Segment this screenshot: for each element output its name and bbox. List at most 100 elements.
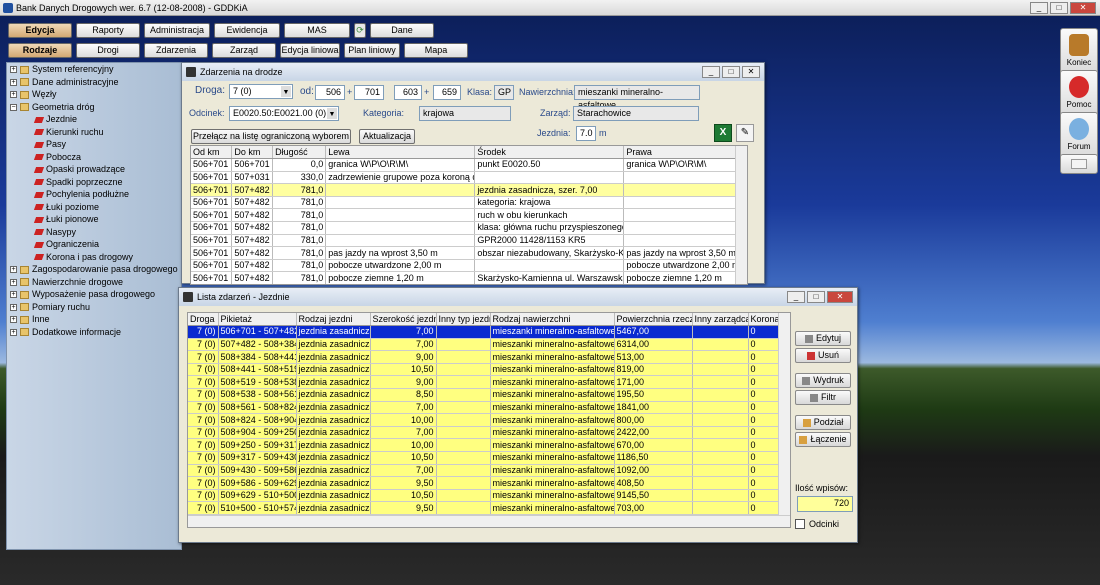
column-header[interactable]: Szerokość jezdni — [370, 313, 437, 327]
table-row[interactable]: 7 (0) 509+629 - 510+500 jezdnia zasadnicza… — [188, 489, 781, 503]
tree-item[interactable]: Nasypy — [7, 226, 181, 239]
table-row[interactable]: 506+701 507+482 781,0 ruch w obu kierunkach — [191, 208, 747, 223]
tab-drogi[interactable]: Drogi — [76, 43, 140, 58]
expand-icon[interactable]: − — [10, 103, 17, 111]
minimize-icon[interactable]: _ — [787, 291, 805, 303]
table-row[interactable]: 7 (0) 508+904 - 509+250 jezdnia zasadnicza… — [188, 426, 781, 440]
table-row[interactable]: 7 (0) 508+824 - 508+904 jezdnia zasadnicza… — [188, 413, 781, 427]
close-icon[interactable]: ✕ — [827, 291, 853, 303]
do-m-field[interactable]: 659 — [433, 85, 461, 100]
column-header[interactable]: Korona — [748, 313, 781, 327]
przelacz-button[interactable]: Przełącz na listę ograniczoną wyborem — [191, 129, 351, 144]
droga-select[interactable]: 7 (0) ▼ — [229, 84, 293, 99]
lista-scrollbar-v[interactable] — [778, 313, 790, 517]
tree-item[interactable]: + Węzły — [7, 88, 181, 101]
column-header[interactable]: Prawa — [623, 146, 747, 160]
close-icon[interactable]: ✕ — [1070, 2, 1096, 14]
menu-edycja[interactable]: Edycja — [8, 23, 72, 38]
excel-export-icon[interactable]: X — [714, 124, 732, 142]
koniec-button[interactable]: Koniec — [1060, 28, 1098, 76]
table-row[interactable]: 7 (0) 507+482 - 508+384 jezdnia zasadnicza… — [188, 338, 781, 352]
tree-item[interactable]: + Wyposażenie pasa drogowego — [7, 288, 181, 301]
menu-administracja[interactable]: Administracja — [144, 23, 210, 38]
expand-icon[interactable]: + — [10, 78, 17, 86]
table-row[interactable]: 7 (0) 508+538 - 508+561 jezdnia zasadnicza… — [188, 388, 781, 402]
refresh-icon[interactable]: ⟳ — [354, 23, 366, 38]
tree-item[interactable]: Łuki pionowe — [7, 213, 181, 226]
wydruk-button[interactable]: Wydruk — [795, 373, 851, 388]
table-row[interactable]: 7 (0) 508+519 - 508+538 jezdnia zasadnicza… — [188, 375, 781, 390]
table-row[interactable]: 506+701 507+482 781,0 pobocze utwardzone 2,… — [191, 259, 747, 273]
tree-item[interactable]: Opaski prowadzące — [7, 163, 181, 176]
table-row[interactable]: 506+701 507+482 781,0 pobocze ziemne 1,20 m… — [191, 271, 747, 284]
laczenie-button[interactable]: Łączenie — [795, 432, 851, 447]
lista-scrollbar-h[interactable] — [188, 515, 790, 527]
tree-item[interactable]: + Nawierzchnie drogowe — [7, 276, 181, 289]
column-header[interactable]: Powierzchnia rzecz. — [614, 313, 693, 327]
table-row[interactable]: 7 (0) 506+701 - 507+482 jezdnia zasadnicza… — [188, 325, 781, 339]
column-header[interactable]: Lewa — [325, 146, 476, 160]
table-row[interactable]: 7 (0) 510+500 - 510+574 jezdnia zasadnicza… — [188, 501, 781, 515]
zdarzenia-scrollbar[interactable] — [735, 146, 747, 284]
column-header[interactable]: Inny typ jezdni — [436, 313, 491, 327]
tree-item[interactable]: Jezdnie — [7, 113, 181, 126]
filtr-button[interactable]: Filtr — [795, 390, 851, 405]
tree-item[interactable]: Spadki poprzeczne — [7, 176, 181, 189]
expand-icon[interactable]: + — [10, 66, 17, 74]
odcinek-select[interactable]: E0020.50:E0021.00 (0) ▼ — [229, 106, 339, 121]
expand-icon[interactable]: + — [10, 316, 17, 324]
close-icon[interactable]: ✕ — [742, 66, 760, 78]
tree-item[interactable]: + Pomiary ruchu — [7, 301, 181, 314]
tab-plan-liniowy[interactable]: Plan liniowy — [344, 43, 400, 58]
expand-icon[interactable]: + — [10, 291, 17, 299]
table-row[interactable]: 7 (0) 509+586 - 509+629 jezdnia zasadnicza… — [188, 476, 781, 490]
expand-icon[interactable]: + — [10, 278, 17, 286]
tree-item[interactable]: + Zagospodarowanie pasa drogowego — [7, 263, 181, 276]
column-header[interactable]: Rodzaj nawierzchni — [490, 313, 615, 327]
table-row[interactable]: 7 (0) 508+384 - 508+441 jezdnia zasadnicza… — [188, 350, 781, 364]
od-km-field[interactable]: 506 — [315, 85, 345, 100]
tab-rodzaje[interactable]: Rodzaje — [8, 43, 72, 58]
table-row[interactable]: 506+701 507+031 330,0 zadrzewienie grupowe … — [191, 171, 747, 185]
table-row[interactable]: 7 (0) 509+317 - 509+430 jezdnia zasadnicza… — [188, 451, 781, 465]
tab-zdarzenia[interactable]: Zdarzenia — [144, 43, 208, 58]
tab-zarzad[interactable]: Zarząd — [212, 43, 276, 58]
tree-item[interactable]: Kierunki ruchu — [7, 126, 181, 139]
edit-pencil-icon[interactable]: ✎ — [736, 124, 754, 142]
column-header[interactable]: Środek — [474, 146, 625, 160]
table-row[interactable]: 506+701 507+482 781,0 pas jazdy na wprost 3… — [191, 246, 747, 260]
tree-item[interactable]: Pobocza — [7, 151, 181, 164]
maximize-icon[interactable]: □ — [722, 66, 740, 78]
column-header[interactable]: Od km — [191, 146, 233, 160]
menu-mas[interactable]: MAS — [284, 23, 350, 38]
mail-button[interactable] — [1060, 154, 1098, 174]
menu-raporty[interactable]: Raporty — [76, 23, 140, 38]
column-header[interactable]: Do km — [231, 146, 274, 160]
tree-item[interactable]: Pochylenia podłużne — [7, 188, 181, 201]
menu-ewidencja[interactable]: Ewidencja — [214, 23, 280, 38]
do-km-field[interactable]: 603 — [394, 85, 422, 100]
table-row[interactable]: 506+701 506+701 0,0 granica W\P\O\R\M\ punkt… — [191, 158, 747, 172]
tree-item[interactable]: + Inne — [7, 313, 181, 326]
tree-item[interactable]: Pasy — [7, 138, 181, 151]
minimize-icon[interactable]: _ — [1030, 2, 1048, 14]
tab-mapa[interactable]: Mapa — [404, 43, 468, 58]
table-row[interactable]: 506+701 507+482 781,0 jezdnia zasadnicza, s… — [191, 183, 747, 197]
expand-icon[interactable]: + — [10, 328, 17, 336]
table-row[interactable]: 506+701 507+482 781,0 kategoria: krajowa — [191, 196, 747, 210]
table-row[interactable]: 7 (0) 508+561 - 508+824 jezdnia zasadnicza… — [188, 401, 781, 415]
forum-button[interactable]: Forum — [1060, 112, 1098, 160]
column-header[interactable]: Droga — [188, 313, 219, 327]
column-header[interactable]: Rodzaj jezdni — [296, 313, 371, 327]
table-row[interactable]: 7 (0) 509+430 - 509+586 jezdnia zasadnicza… — [188, 464, 781, 478]
expand-icon[interactable]: + — [10, 266, 17, 274]
tree-item[interactable]: + Dane administracyjne — [7, 76, 181, 89]
expand-icon[interactable]: + — [10, 91, 17, 99]
table-row[interactable]: 7 (0) 509+250 - 509+317 jezdnia zasadnicza… — [188, 438, 781, 453]
odcinki-checkbox[interactable] — [795, 519, 805, 529]
tree-item[interactable]: − Geometria dróg — [7, 101, 181, 114]
pomoc-button[interactable]: Pomoc — [1060, 70, 1098, 118]
maximize-icon[interactable]: □ — [1050, 2, 1068, 14]
tree-item[interactable]: + Dodatkowe informacje — [7, 326, 181, 339]
tree-item[interactable]: + System referencyjny — [7, 63, 181, 76]
